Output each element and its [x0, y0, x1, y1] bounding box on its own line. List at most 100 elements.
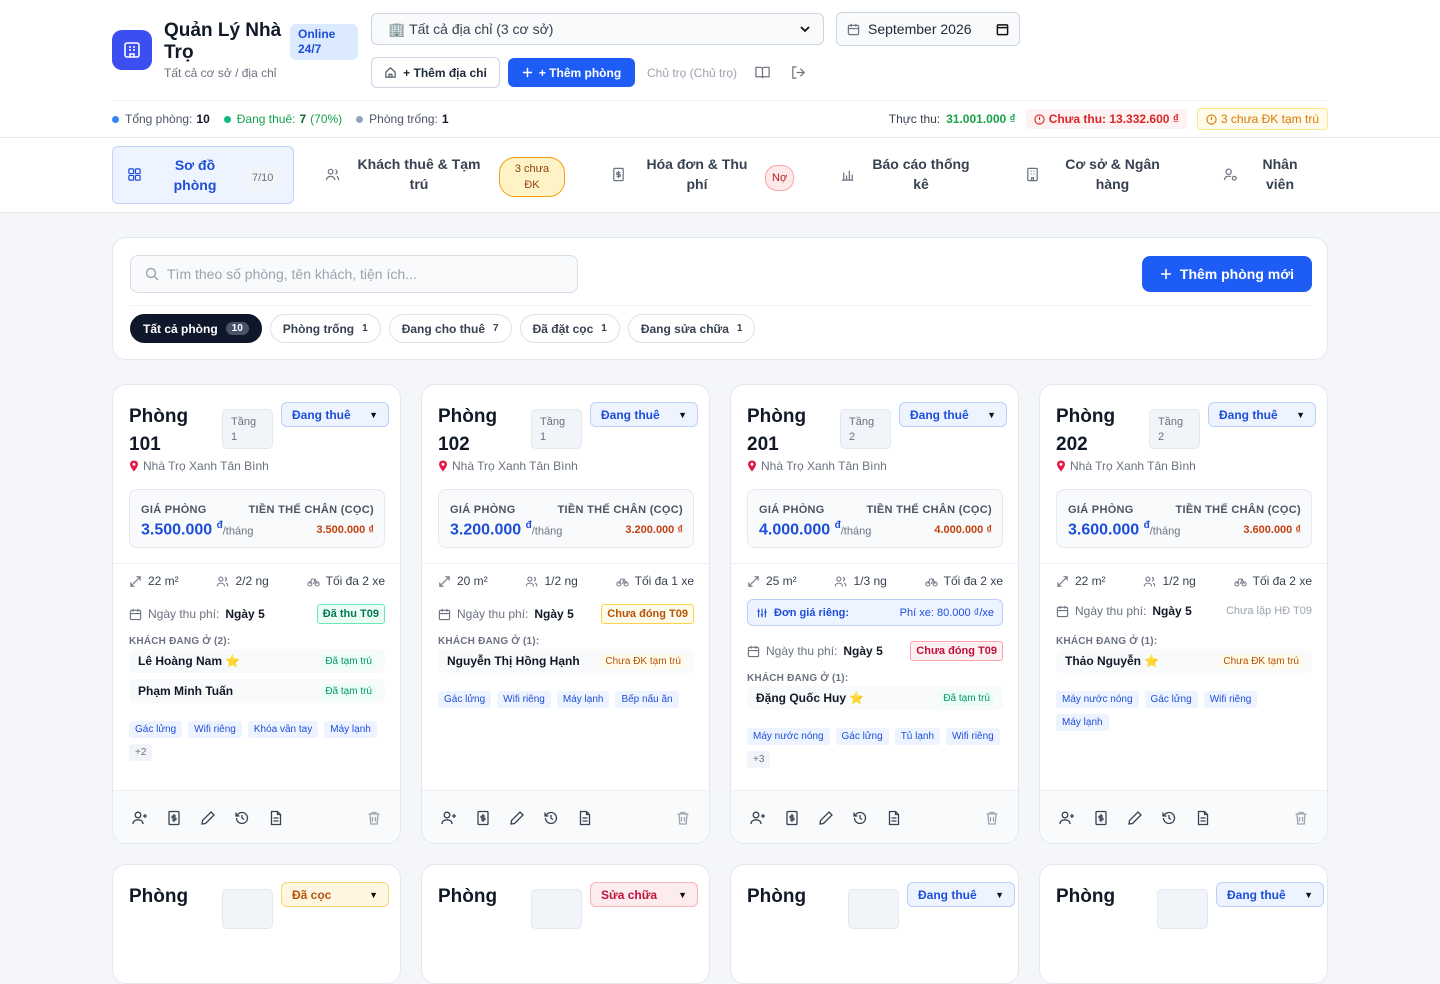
- contract-icon[interactable]: [1194, 809, 1212, 827]
- filter-chip-repair[interactable]: Đang sửa chữa 1: [627, 314, 756, 343]
- filter-chip-empty[interactable]: Phòng trống 1: [269, 314, 381, 343]
- amenity-tags: Máy nước nóng Gác lửng Tủ lạnh Wifi riêng +3: [747, 728, 1003, 768]
- trash-icon[interactable]: [983, 809, 1001, 827]
- history-icon[interactable]: [542, 809, 560, 827]
- room-card[interactable]: Phòng Đang thuê ▼: [1039, 864, 1328, 984]
- edit-icon[interactable]: [817, 809, 835, 827]
- add-tenant-icon[interactable]: [749, 809, 767, 827]
- room-title: Phòng: [747, 886, 807, 907]
- filter-chip-count: 1: [601, 323, 607, 334]
- contract-icon[interactable]: [576, 809, 594, 827]
- stat-uncollected-badge[interactable]: Chưa thu: 13.332.600 ₫: [1025, 109, 1187, 129]
- room-card[interactable]: Phòng Sửa chữa ▼: [421, 864, 710, 984]
- invoice-icon[interactable]: [165, 809, 183, 827]
- status-select[interactable]: Đang thuê ▼: [281, 402, 389, 427]
- tenant-row[interactable]: Đặng Quốc Huy ⭐ Đã tạm trú: [747, 686, 1003, 710]
- per-month-label: /tháng: [840, 525, 872, 538]
- invoice-icon[interactable]: [474, 809, 492, 827]
- card-actions: [113, 790, 400, 843]
- amenity-tag: Gác lửng: [438, 691, 492, 708]
- price-label: GIÁ PHÒNG: [759, 504, 825, 516]
- deposit-value: 3.200.000 ₫: [625, 524, 683, 536]
- calendar-icon: [438, 608, 451, 621]
- tenant-name: Đặng Quốc Huy ⭐: [756, 691, 865, 705]
- status-select[interactable]: Đang thuê ▼: [1216, 882, 1324, 907]
- add-address-button[interactable]: + Thêm địa chỉ: [371, 57, 500, 88]
- tab-tenants[interactable]: Khách thuê & Tạm trú 3 chưa ĐK: [312, 146, 568, 204]
- trash-icon[interactable]: [1292, 809, 1310, 827]
- filter-chip-count: 1: [362, 323, 368, 334]
- trash-icon[interactable]: [365, 809, 383, 827]
- residency-tag: Đã tạm trú: [321, 653, 376, 669]
- room-card[interactable]: Phòng Đã cọc ▼: [112, 864, 401, 984]
- month-picker[interactable]: September 2026: [836, 12, 1020, 46]
- new-room-button[interactable]: Thêm phòng mới: [1142, 256, 1312, 292]
- calendar-picker-icon[interactable]: [996, 23, 1009, 36]
- card-actions: [422, 790, 709, 843]
- room-card[interactable]: Phòng 201 Tầng 2 Đang thuê ▼ Nhà Trọ Xanh Tâ…: [730, 384, 1019, 844]
- add-tenant-icon[interactable]: [1058, 809, 1076, 827]
- tab-invoices[interactable]: Hóa đơn & Thu phí Nợ: [600, 146, 800, 204]
- total-dot-icon: [112, 115, 119, 123]
- tenant-row[interactable]: Nguyễn Thị Hồng Hạnh Chưa ĐK tạm trú: [438, 649, 694, 673]
- tenant-row[interactable]: Phạm Minh Tuấn Đã tạm trú: [129, 679, 385, 703]
- tab-room-map[interactable]: Sơ đồ phòng 7/10: [112, 146, 294, 204]
- status-select[interactable]: Đang thuê ▼: [590, 402, 698, 427]
- tab-staff[interactable]: Nhân viên: [1210, 146, 1328, 204]
- map-pin-icon: [747, 460, 757, 472]
- price-label: GIÁ PHÒNG: [450, 504, 516, 516]
- add-tenant-icon[interactable]: [131, 809, 149, 827]
- add-tenant-icon[interactable]: [440, 809, 458, 827]
- special-price-box[interactable]: Đơn giá riêng: Phí xe: 80.000 ₫/xe: [747, 599, 1003, 626]
- fee-row: Ngày thu phí: Ngày 5 Chưa đóng T09: [438, 604, 694, 624]
- tenant-row[interactable]: Lê Hoàng Nam ⭐ Đã tạm trú: [129, 649, 385, 673]
- contract-icon[interactable]: [267, 809, 285, 827]
- tab-facilities[interactable]: Cơ sở & Ngân hàng: [1015, 146, 1180, 204]
- amenity-tag: Gác lửng: [835, 728, 889, 745]
- filter-chip-renting[interactable]: Đang cho thuê 7: [388, 314, 512, 343]
- amenity-tag: Khóa vân tay: [247, 721, 319, 738]
- vehicle-metric: Tối đa 2 xe: [306, 574, 385, 588]
- address-select-value: 🏢 Tất cả địa chỉ (3 cơ sở): [388, 20, 554, 37]
- edit-icon[interactable]: [508, 809, 526, 827]
- tenant-name: Thảo Nguyễn ⭐: [1065, 654, 1160, 668]
- stat-unregistered-badge[interactable]: 3 chưa ĐK tạm trú: [1196, 108, 1328, 130]
- status-select[interactable]: Đang thuê ▼: [899, 402, 1007, 427]
- invoice-icon[interactable]: [1092, 809, 1110, 827]
- edit-icon[interactable]: [1126, 809, 1144, 827]
- invoice-icon[interactable]: [783, 809, 801, 827]
- vehicle-value: Tối đa 1 xe: [634, 574, 694, 588]
- room-card[interactable]: Phòng Đang thuê ▼: [730, 864, 1019, 984]
- tab-reports[interactable]: Báo cáo thống kê: [830, 146, 990, 204]
- room-address-text: Nhà Trọ Xanh Tân Bình: [452, 459, 578, 473]
- room-card[interactable]: Phòng 202 Tầng 2 Đang thuê ▼ Nhà Trọ Xanh Tâ…: [1039, 384, 1328, 844]
- status-select[interactable]: Sửa chữa ▼: [590, 882, 698, 907]
- room-price: 3.200.000 đ/tháng: [450, 520, 562, 539]
- filter-chip-all[interactable]: Tất cả phòng 10: [130, 314, 262, 343]
- history-icon[interactable]: [1160, 809, 1178, 827]
- status-select[interactable]: Đang thuê ▼: [907, 882, 1015, 907]
- filter-chip-deposit[interactable]: Đã đặt cọc 1: [519, 314, 620, 343]
- tenant-name: Phạm Minh Tuấn: [138, 684, 234, 698]
- trash-icon[interactable]: [674, 809, 692, 827]
- amenity-tag: Tủ lạnh: [894, 728, 941, 745]
- room-card[interactable]: Phòng 101 Tầng 1 Đang thuê ▼ Nhà Trọ Xanh Tâ…: [112, 384, 401, 844]
- add-room-button[interactable]: + Thêm phòng: [508, 58, 635, 87]
- amenity-tag: Wifi riêng: [188, 721, 242, 738]
- tenant-row[interactable]: Thảo Nguyễn ⭐ Chưa ĐK tạm trú: [1056, 649, 1312, 673]
- room-title: Phòng 201: [747, 406, 807, 455]
- address-select[interactable]: 🏢 Tất cả địa chỉ (3 cơ sở): [371, 13, 824, 45]
- stat-renting-pct: (70%): [310, 112, 343, 126]
- search-input[interactable]: Tìm theo số phòng, tên khách, tiện ích..…: [130, 255, 578, 293]
- fee-row: Ngày thu phí: Ngày 5 Chưa lập HĐ T09: [1056, 604, 1312, 618]
- contract-icon[interactable]: [885, 809, 903, 827]
- chevron-down-icon: [799, 23, 811, 35]
- history-icon[interactable]: [233, 809, 251, 827]
- logout-icon[interactable]: [790, 64, 807, 81]
- book-icon[interactable]: [754, 64, 771, 81]
- status-select[interactable]: Đã cọc ▼: [281, 882, 389, 907]
- edit-icon[interactable]: [199, 809, 217, 827]
- status-select[interactable]: Đang thuê ▼: [1208, 402, 1316, 427]
- room-card[interactable]: Phòng 102 Tầng 1 Đang thuê ▼ Nhà Trọ Xanh Tâ…: [421, 384, 710, 844]
- history-icon[interactable]: [851, 809, 869, 827]
